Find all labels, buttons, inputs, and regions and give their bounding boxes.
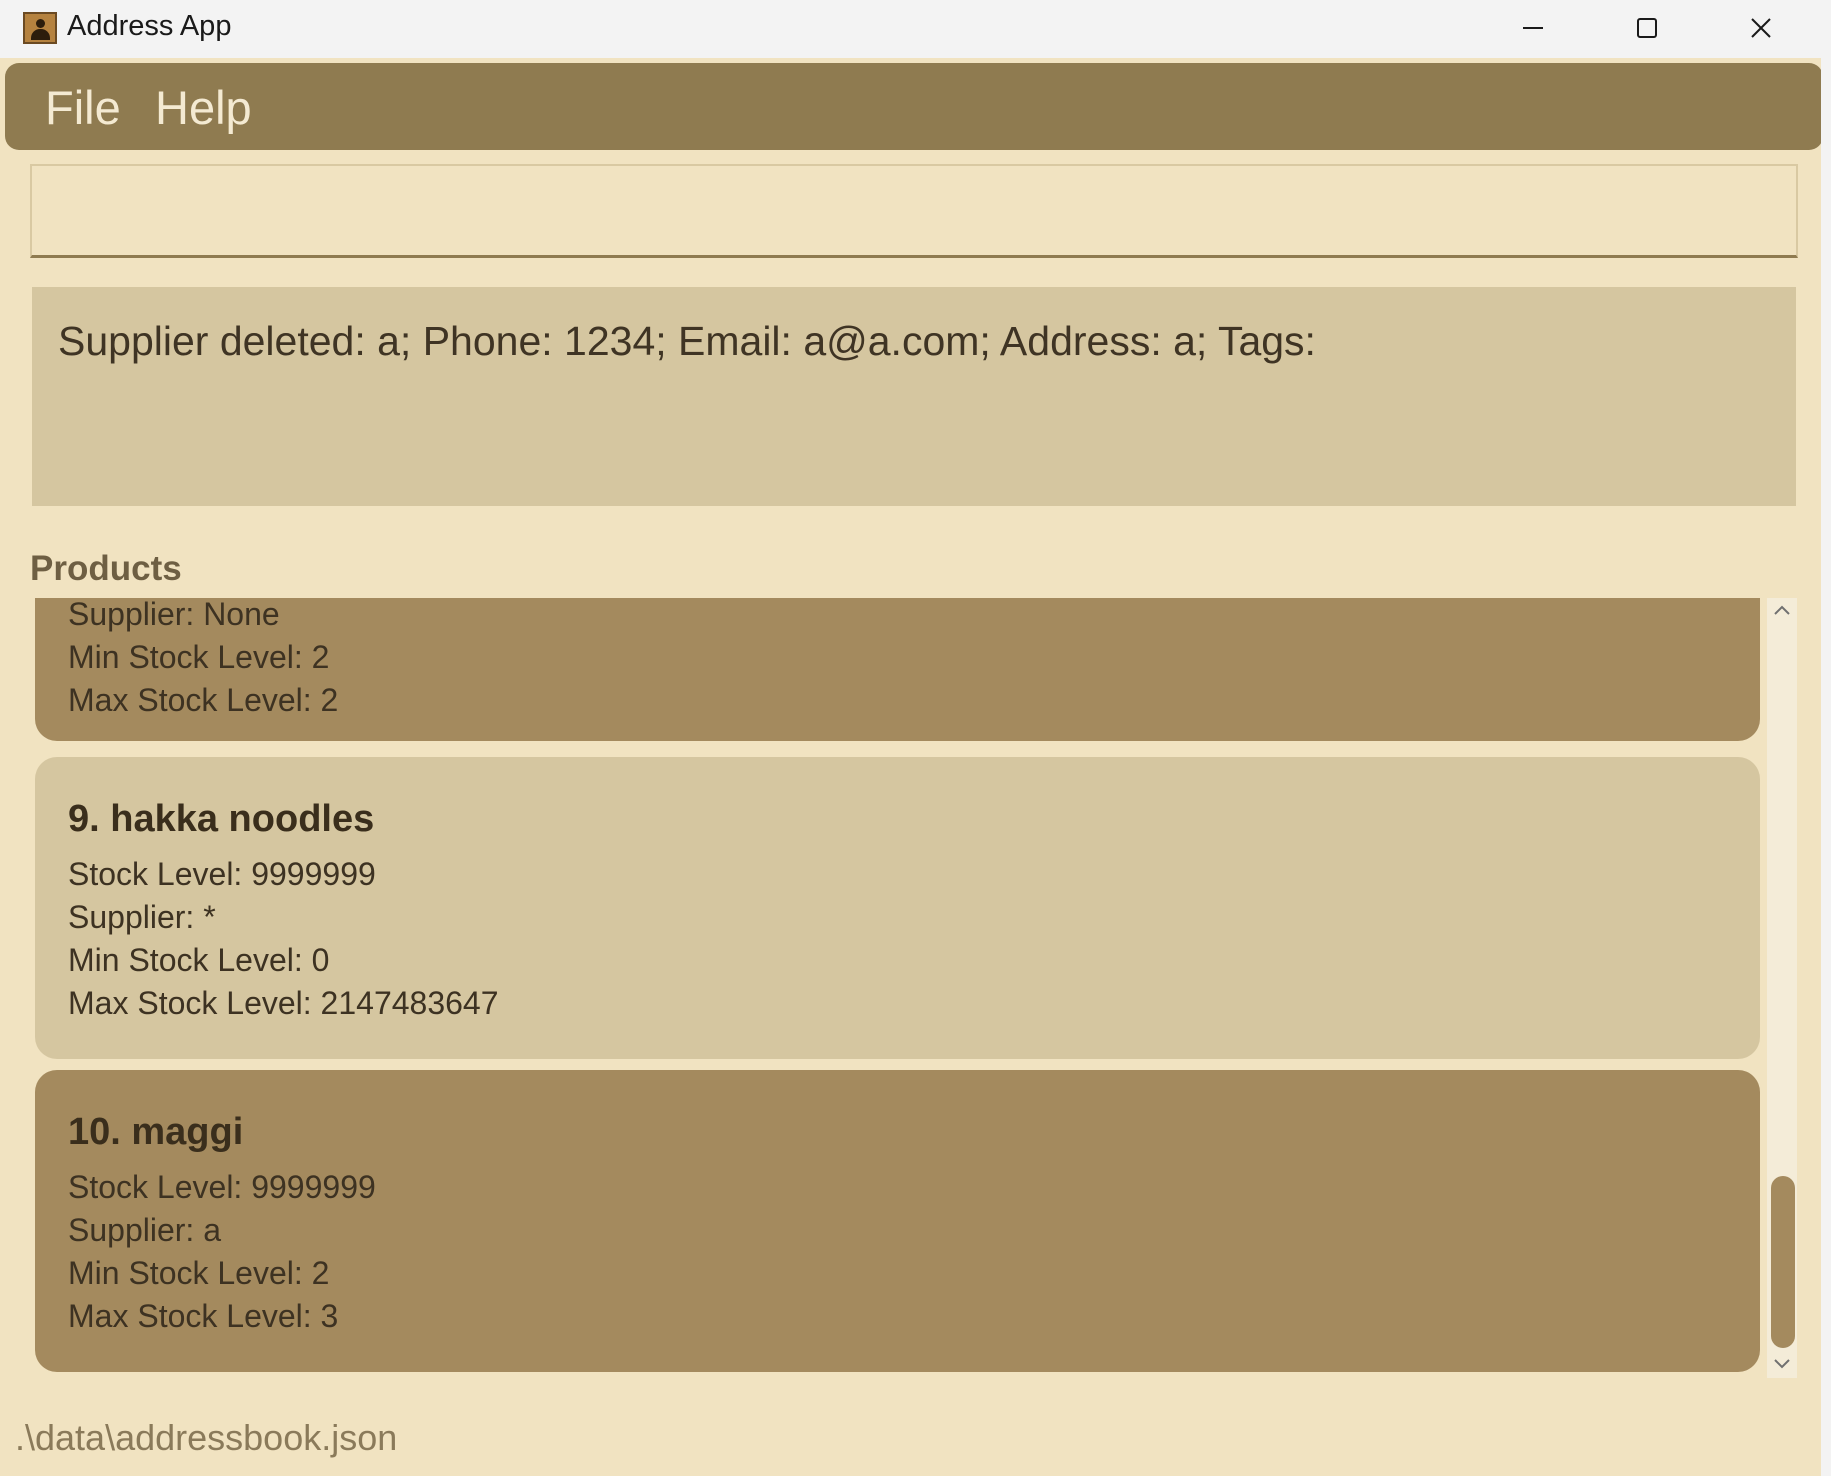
chevron-down-icon — [1774, 1359, 1790, 1369]
product-card[interactable]: Supplier: None Min Stock Level: 2 Max St… — [35, 598, 1760, 741]
product-supplier: Supplier: * — [68, 899, 216, 935]
menu-help[interactable]: Help — [155, 80, 252, 135]
app-window: Address App File Help Supplier deleted: … — [0, 0, 1831, 1476]
menu-bar: File Help — [5, 63, 1823, 150]
product-supplier: Supplier: a — [68, 1212, 221, 1248]
result-text: Supplier deleted: a; Phone: 1234; Email:… — [58, 318, 1316, 364]
minimize-button[interactable] — [1477, 0, 1589, 56]
products-heading: Products — [30, 549, 182, 588]
product-stock-level: Stock Level: 9999999 — [68, 856, 376, 892]
window-title: Address App — [67, 10, 232, 42]
product-min-stock: Min Stock Level: 0 — [68, 942, 330, 978]
product-max-stock: Max Stock Level: 2 — [68, 682, 339, 718]
minimize-icon — [1523, 27, 1543, 29]
scroll-down-button[interactable] — [1772, 1354, 1792, 1374]
scroll-up-button[interactable] — [1772, 600, 1792, 620]
product-min-stock: Min Stock Level: 2 — [68, 1255, 330, 1291]
chevron-up-icon — [1774, 605, 1790, 615]
result-display: Supplier deleted: a; Phone: 1234; Email:… — [32, 287, 1796, 506]
window-edge — [1821, 0, 1831, 1476]
status-bar-path: .\data\addressbook.json — [15, 1417, 398, 1458]
command-input[interactable] — [30, 164, 1798, 258]
product-list-scrollbar[interactable] — [1767, 598, 1797, 1378]
menu-file[interactable]: File — [45, 80, 121, 135]
maximize-icon — [1637, 18, 1657, 38]
product-stock-level: Stock Level: 9999999 — [68, 1169, 376, 1205]
maximize-button[interactable] — [1591, 0, 1703, 56]
close-button[interactable] — [1705, 0, 1817, 56]
product-card[interactable]: 9. hakka noodles Stock Level: 9999999 Su… — [35, 757, 1760, 1059]
product-supplier: Supplier: None — [68, 598, 280, 632]
scroll-thumb[interactable] — [1771, 1176, 1795, 1348]
product-max-stock: Max Stock Level: 2147483647 — [68, 985, 499, 1021]
close-icon — [1751, 18, 1771, 38]
product-min-stock: Min Stock Level: 2 — [68, 639, 330, 675]
product-card[interactable]: 10. maggi Stock Level: 9999999 Supplier:… — [35, 1070, 1760, 1372]
address-book-icon — [23, 12, 57, 44]
product-title: 9. hakka noodles — [68, 798, 375, 840]
product-title: 10. maggi — [68, 1111, 244, 1153]
product-max-stock: Max Stock Level: 3 — [68, 1298, 339, 1334]
product-list[interactable]: Supplier: None Min Stock Level: 2 Max St… — [30, 598, 1800, 1376]
title-bar[interactable]: Address App — [0, 0, 1831, 58]
